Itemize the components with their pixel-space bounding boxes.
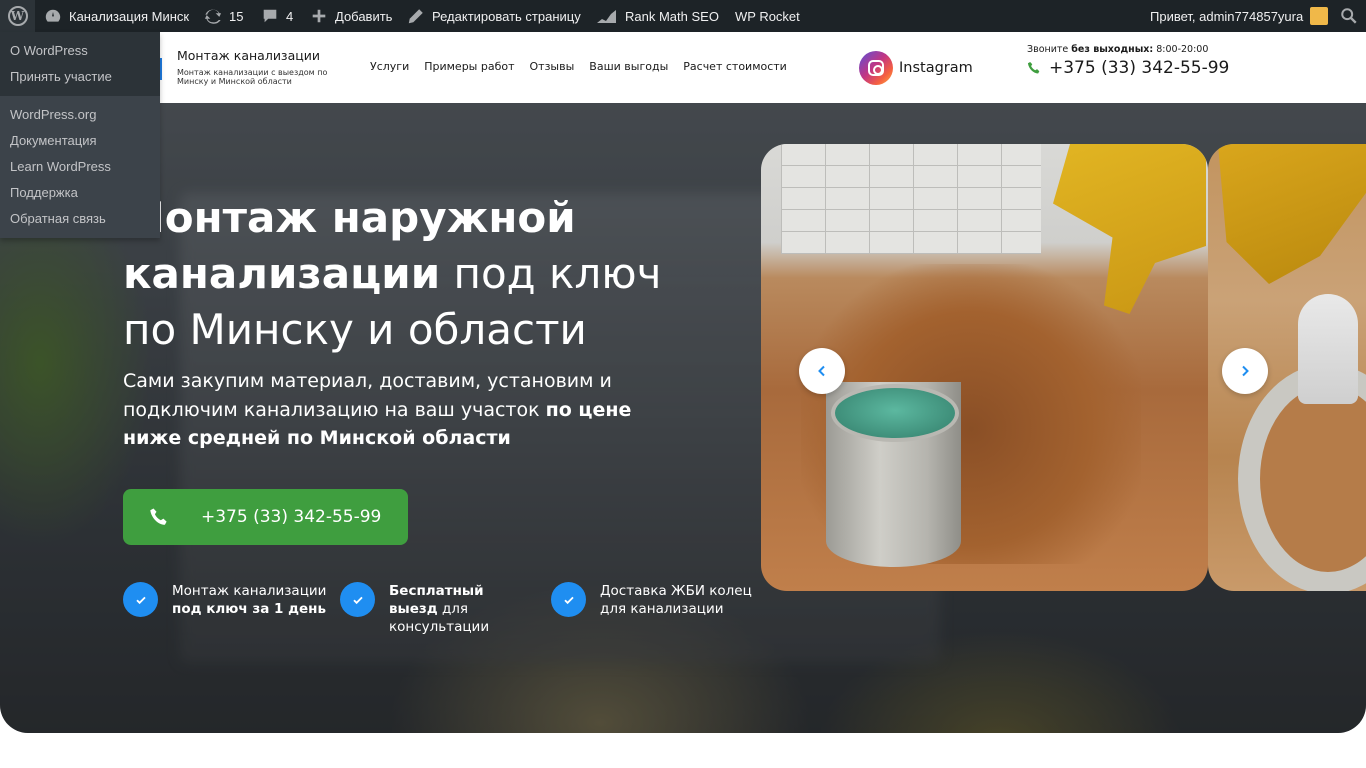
feature-1-line1: Монтаж канализации: [172, 583, 327, 599]
brand[interactable]: Монтаж канализации Монтаж канализации с …: [177, 48, 337, 86]
rankmath-link[interactable]: Rank Math SEO: [596, 0, 719, 32]
wprocket-label: WP Rocket: [735, 8, 800, 24]
pencil-icon: [408, 9, 423, 24]
call-hours: 8:00-20:00: [1156, 44, 1209, 55]
avatar: [1310, 7, 1329, 25]
rankmath-label: Rank Math SEO: [625, 8, 719, 24]
add-new-link[interactable]: Добавить: [310, 0, 392, 32]
updates-icon: [204, 9, 222, 24]
rankmath-icon: [597, 10, 616, 23]
comments-link[interactable]: 4: [261, 0, 293, 32]
wp-menu-group-links: WordPress.org Документация Learn WordPre…: [0, 96, 160, 238]
hero-title-regular-2: по Минску и области: [123, 305, 587, 354]
call-button[interactable]: +375 (33) 342-55-99: [123, 489, 408, 545]
call-hours-note: Звоните без выходных: 8:00-20:00: [1027, 44, 1229, 55]
call-note-prefix: Звоните: [1027, 44, 1069, 55]
edit-page-link[interactable]: Редактировать страницу: [407, 0, 581, 32]
hero-title-regular-1: под ключ: [440, 249, 662, 298]
chevron-left-icon: [818, 365, 825, 377]
wp-menu-dropdown: О WordPress Принять участие WordPress.or…: [0, 32, 160, 238]
call-button-label: +375 (33) 342-55-99: [201, 507, 382, 527]
hero-section: Монтаж наружной канализации под ключ по …: [0, 103, 1366, 733]
site-header: Монтаж канализации Монтаж канализации с …: [0, 32, 1366, 103]
feature-3-rest: для канализации: [600, 601, 724, 617]
account-link[interactable]: Привет, admin774857yura: [1150, 0, 1329, 32]
check-icon: [551, 582, 586, 617]
add-new-label: Добавить: [335, 8, 393, 24]
main-nav: Услуги Примеры работ Отзывы Ваши выгоды …: [370, 60, 787, 73]
wp-admin-bar: W Канализация Минск 15 4 Добавить Редакт…: [0, 0, 1366, 32]
edit-page-label: Редактировать страницу: [432, 8, 581, 24]
search-button[interactable]: [1340, 0, 1358, 32]
menu-item-feedback[interactable]: Обратная связь: [0, 206, 160, 232]
brand-title: Монтаж канализации: [177, 48, 320, 63]
site-name-link[interactable]: Канализация Минск: [44, 0, 189, 32]
feature-text-1: Монтаж канализации под ключ за 1 день: [172, 582, 326, 618]
account-greeting: Привет, admin774857yura: [1150, 8, 1304, 24]
wp-menu-group-about: О WordPress Принять участие: [0, 32, 160, 96]
hero-subtitle-regular: Сами закупим материал, доставим, установ…: [123, 370, 612, 421]
hero-title: Монтаж наружной канализации под ключ по …: [123, 190, 683, 358]
comments-count: 4: [286, 8, 294, 24]
phone-icon: [150, 508, 167, 525]
menu-item-get-involved[interactable]: Принять участие: [0, 64, 160, 90]
header-phone: +375 (33) 342-55-99: [1049, 58, 1230, 78]
menu-item-wordpress-org[interactable]: WordPress.org: [0, 102, 160, 128]
wordpress-logo-icon: W: [7, 6, 28, 26]
wprocket-link[interactable]: WP Rocket: [735, 0, 800, 32]
comments-icon: [263, 9, 277, 23]
menu-item-documentation[interactable]: Документация: [0, 128, 160, 154]
instagram-label: Instagram: [899, 60, 973, 76]
plus-icon: [312, 9, 326, 23]
updates-link[interactable]: 15: [204, 0, 243, 32]
feature-1-bold: под ключ за 1 день: [172, 601, 327, 617]
slider-next-button[interactable]: [1222, 348, 1268, 394]
header-contact: Звоните без выходных: 8:00-20:00 +375 (3…: [1027, 44, 1229, 78]
feature-2-bold: Бесплатный выезд: [389, 583, 484, 617]
hero-title-bold-2: канализации: [123, 249, 441, 298]
feature-item-2: Бесплатный выезд для консультации: [340, 582, 540, 636]
phone-icon: [1027, 62, 1040, 74]
call-note-bold: без выходных:: [1071, 44, 1154, 55]
hero-subtitle: Сами закупим материал, доставим, установ…: [123, 367, 663, 453]
nav-item-benefits[interactable]: Ваши выгоды: [589, 60, 668, 73]
chevron-right-icon: [1242, 365, 1249, 377]
header-phone-link[interactable]: +375 (33) 342-55-99: [1027, 58, 1229, 78]
feature-3-line1: Доставка ЖБИ колец: [600, 583, 752, 599]
nav-item-portfolio[interactable]: Примеры работ: [424, 60, 514, 73]
menu-item-support[interactable]: Поддержка: [0, 180, 160, 206]
hero-title-bold-1: Монтаж наружной: [123, 193, 576, 242]
menu-item-about-wordpress[interactable]: О WordPress: [0, 38, 160, 64]
nav-item-pricing[interactable]: Расчет стоимости: [683, 60, 787, 73]
instagram-link[interactable]: Instagram: [859, 51, 973, 85]
slider-prev-button[interactable]: [799, 348, 845, 394]
site-name: Канализация Минск: [69, 8, 190, 24]
menu-item-learn-wordpress[interactable]: Learn WordPress: [0, 154, 160, 180]
feature-item-3: Доставка ЖБИ колец для канализации: [551, 582, 761, 618]
nav-item-services[interactable]: Услуги: [370, 60, 409, 73]
feature-item-1: Монтаж канализации под ключ за 1 день: [123, 582, 333, 618]
search-icon: [1341, 8, 1357, 24]
feature-text-2: Бесплатный выезд для консультации: [389, 582, 499, 636]
updates-count: 15: [229, 8, 244, 24]
check-icon: [340, 582, 375, 617]
wp-menu-button[interactable]: W: [0, 0, 35, 32]
nav-item-reviews[interactable]: Отзывы: [530, 60, 575, 73]
instagram-icon: [859, 51, 893, 85]
brand-subtitle: Монтаж канализации с выездом по Минску и…: [177, 68, 328, 86]
feature-text-3: Доставка ЖБИ колец для канализации: [600, 582, 752, 618]
dashboard-icon: [45, 9, 61, 22]
check-icon: [123, 582, 158, 617]
